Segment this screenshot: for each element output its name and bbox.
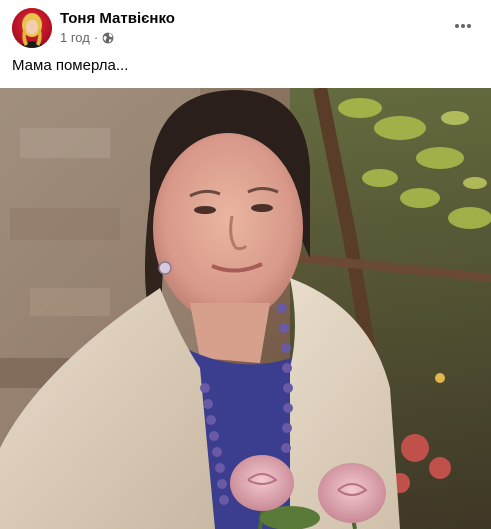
- meta-separator: ·: [93, 30, 99, 45]
- more-options-button[interactable]: [449, 14, 477, 38]
- author-avatar[interactable]: [12, 8, 52, 48]
- portrait-photo: [0, 88, 491, 529]
- post-timestamp[interactable]: 1 год: [60, 30, 90, 45]
- post-meta: 1 год ·: [60, 30, 114, 45]
- post-text: Мама померла...: [12, 57, 129, 74]
- facebook-post: Тоня Матвієнко 1 год · Мама померла...: [0, 0, 491, 529]
- avatar-image: [12, 8, 52, 48]
- more-options-icon: [455, 24, 471, 28]
- post-photo[interactable]: [0, 88, 491, 529]
- author-name[interactable]: Тоня Матвієнко: [60, 10, 175, 27]
- globe-icon: [102, 32, 114, 44]
- post-header: Тоня Матвієнко 1 год ·: [0, 0, 491, 54]
